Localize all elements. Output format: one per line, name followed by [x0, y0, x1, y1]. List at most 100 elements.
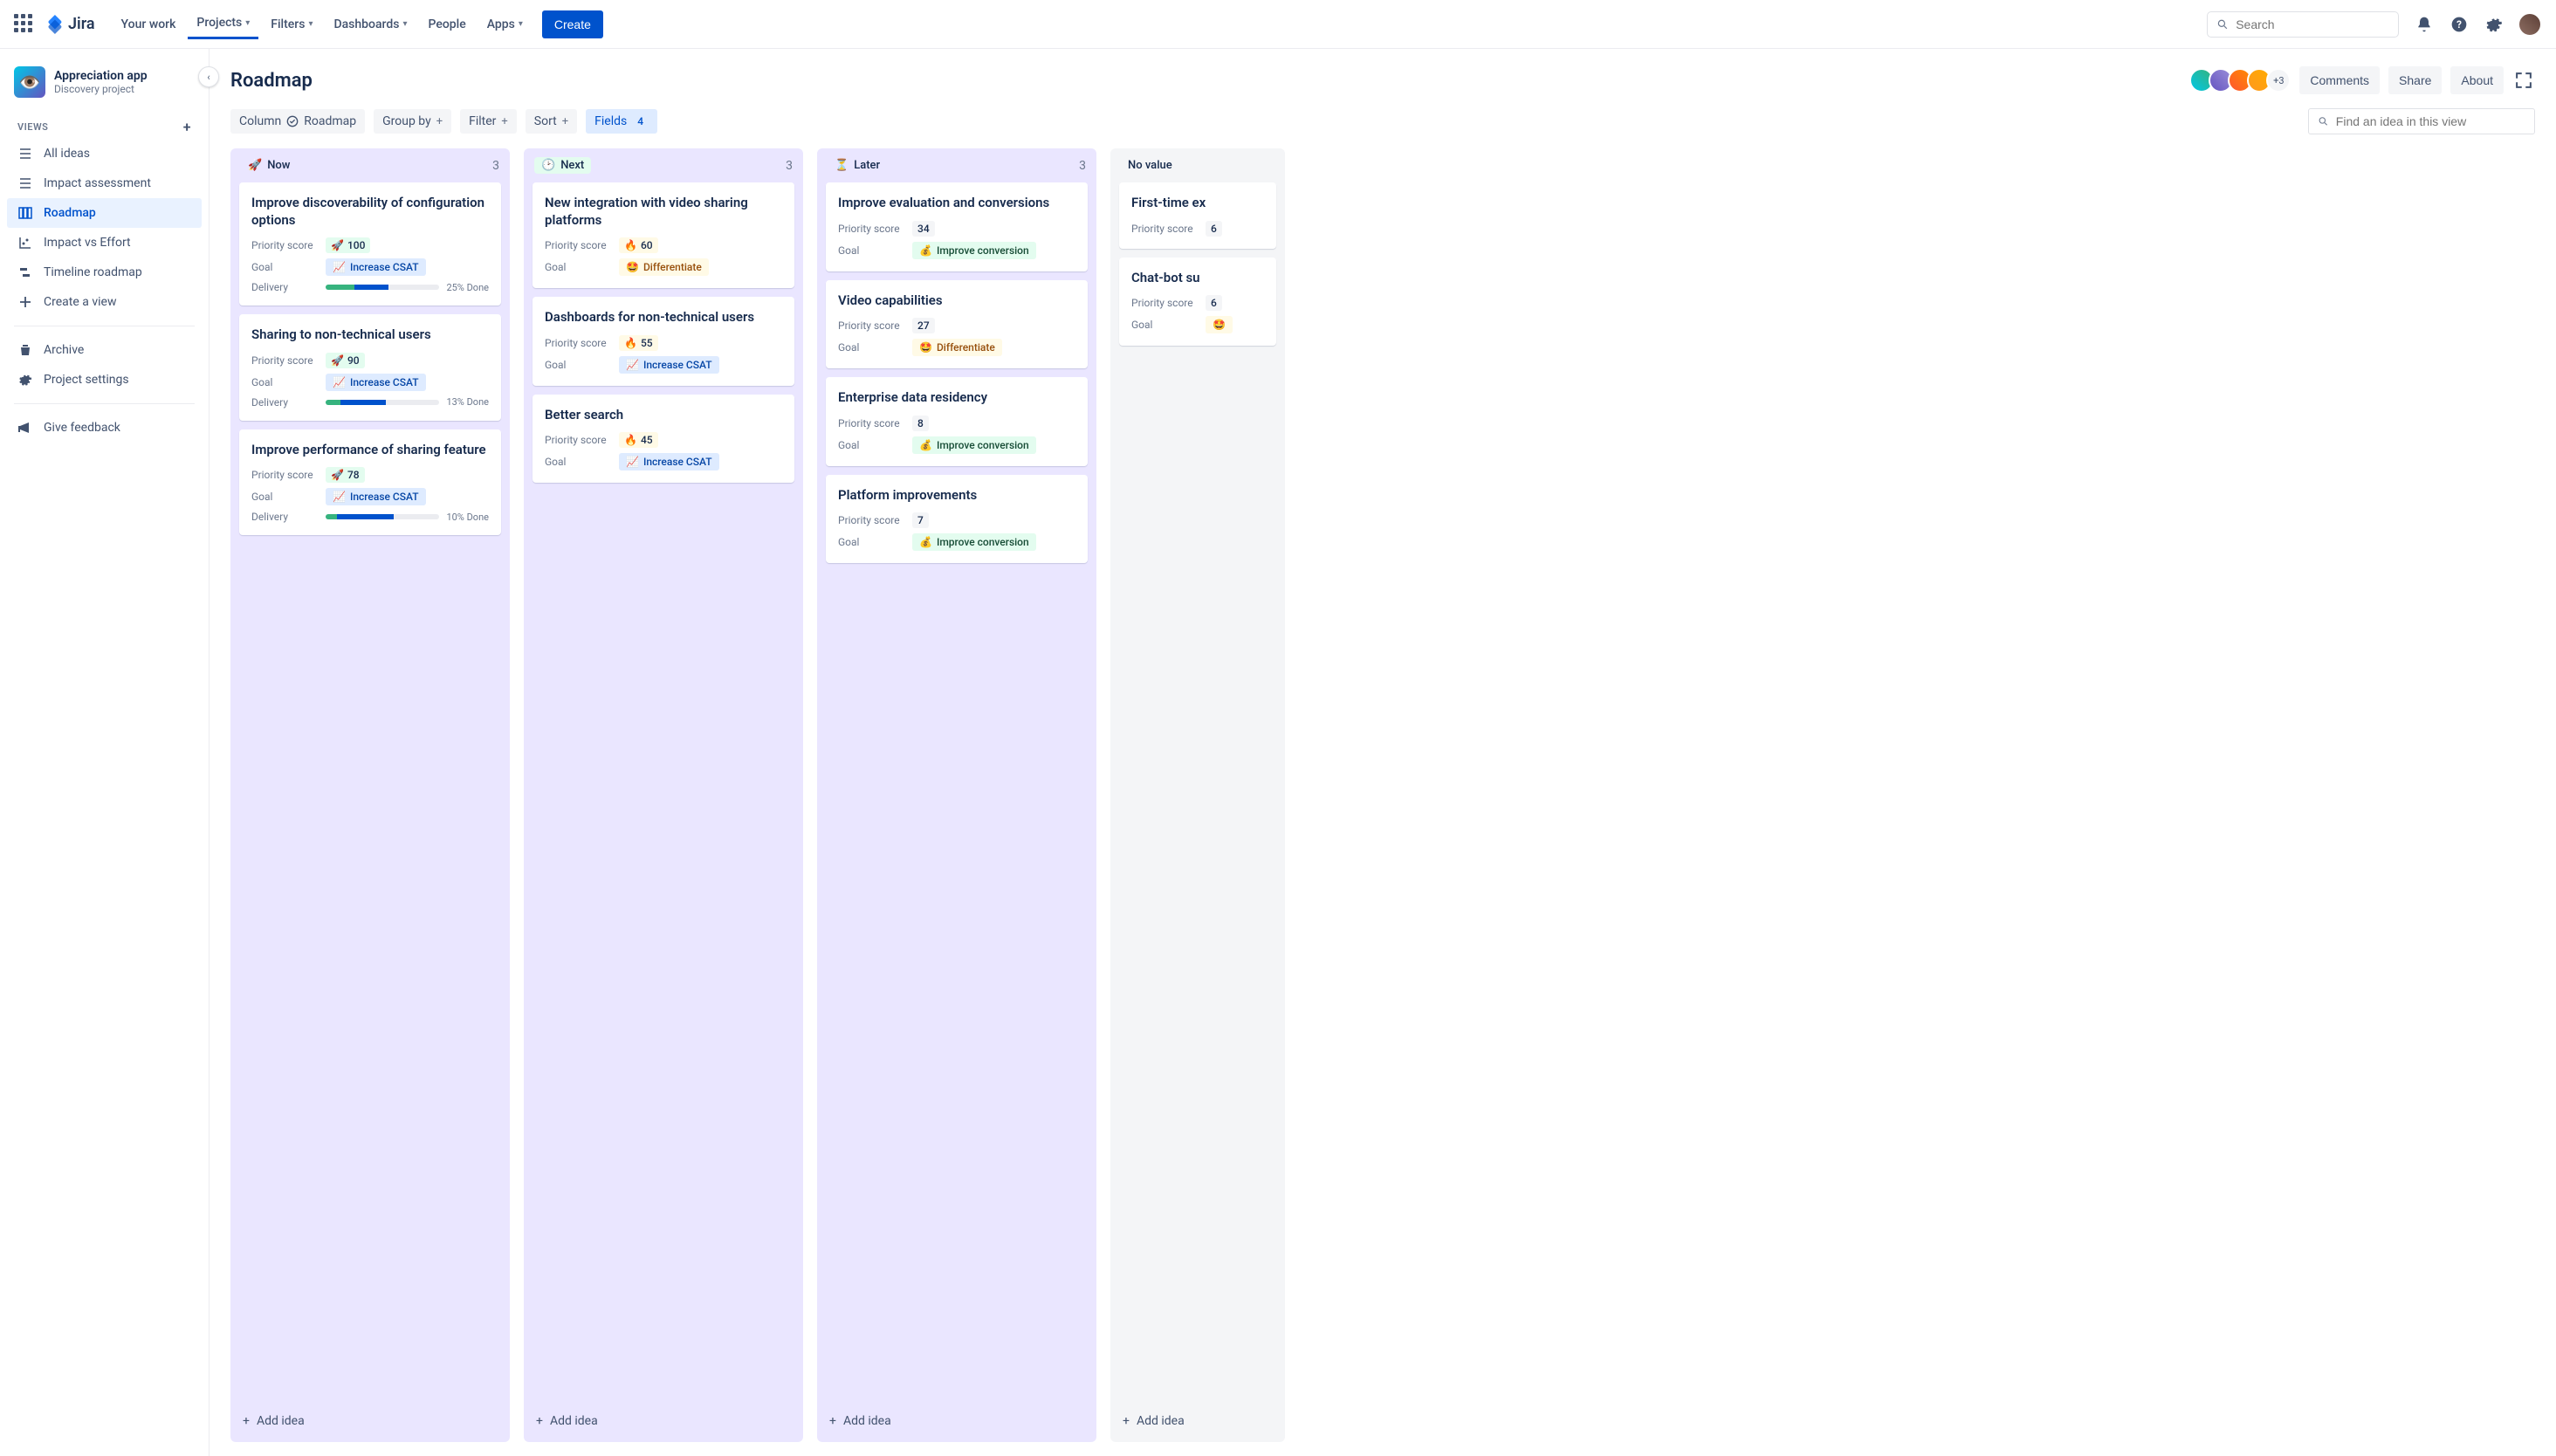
sidebar-item-timeline-roadmap[interactable]: Timeline roadmap: [7, 258, 202, 287]
nav-your-work[interactable]: Your work: [113, 10, 185, 38]
comments-button[interactable]: Comments: [2299, 66, 2380, 94]
app-switcher-icon[interactable]: [14, 14, 35, 35]
project-type: Discovery project: [54, 83, 148, 95]
sidebar-item-create-view[interactable]: Create a view: [7, 287, 202, 317]
delivery-percent: 25% Done: [446, 282, 489, 293]
share-button[interactable]: Share: [2388, 66, 2442, 94]
megaphone-icon: [17, 420, 33, 436]
goal-chip: 📈Increase CSAT: [326, 374, 426, 391]
priority-chip: 🚀100: [326, 237, 370, 253]
idea-card[interactable]: Improve performance of sharing featurePr…: [239, 429, 501, 536]
column-header-chip[interactable]: 🕑 Next: [534, 157, 591, 174]
column-selector[interactable]: Column Roadmap: [230, 109, 365, 134]
add-view-icon[interactable]: +: [183, 119, 191, 135]
add-idea-button[interactable]: +Add idea: [230, 1405, 510, 1437]
sort-button[interactable]: Sort+: [526, 109, 577, 134]
priority-chip: 🚀78: [326, 467, 365, 483]
goal-chip: 💰Improve conversion: [912, 436, 1036, 454]
priority-chip: 8: [912, 416, 929, 431]
filter-button[interactable]: Filter+: [460, 109, 517, 134]
sidebar-item-archive[interactable]: Archive: [7, 335, 202, 365]
priority-chip: 6: [1206, 295, 1222, 311]
delivery-progress-bar: [326, 400, 439, 405]
column-header-chip[interactable]: No value: [1121, 157, 1179, 174]
nav-filters[interactable]: Filters▾: [262, 10, 321, 38]
sidebar-item-give-feedback[interactable]: Give feedback: [7, 413, 202, 443]
idea-card[interactable]: Improve evaluation and conversionsPriori…: [826, 182, 1088, 271]
search-input[interactable]: [2236, 17, 2389, 31]
goal-label: Goal: [838, 439, 912, 451]
goal-chip: 📈Increase CSAT: [326, 488, 426, 505]
nav-projects[interactable]: Projects▾: [188, 9, 258, 39]
idea-card[interactable]: Video capabilitiesPriority score27Goal🤩D…: [826, 280, 1088, 369]
nav-apps[interactable]: Apps▾: [478, 10, 532, 38]
sidebar-item-roadmap[interactable]: Roadmap: [7, 198, 202, 228]
find-idea-input[interactable]: [2336, 114, 2525, 128]
sidebar-item-project-settings[interactable]: Project settings: [7, 365, 202, 395]
add-idea-button[interactable]: +Add idea: [1110, 1405, 1285, 1437]
priority-label: Priority score: [1131, 297, 1206, 309]
column-label: Next: [560, 159, 584, 172]
list-icon: [17, 175, 33, 191]
avatar-stack[interactable]: +3: [2195, 68, 2291, 93]
top-navigation: Jira Your work Projects▾ Filters▾ Dashbo…: [0, 0, 2556, 49]
nav-people[interactable]: People: [419, 10, 474, 38]
project-name: Appreciation app: [54, 69, 148, 83]
fields-button[interactable]: Fields4: [586, 109, 657, 134]
card-title: Enterprise data residency: [838, 389, 1075, 407]
idea-card[interactable]: New integration with video sharing platf…: [532, 182, 794, 288]
notifications-icon[interactable]: [2413, 13, 2436, 36]
priority-label: Priority score: [838, 223, 912, 235]
idea-card[interactable]: First-time exPriority score6: [1119, 182, 1276, 249]
find-idea-search[interactable]: [2308, 108, 2535, 134]
global-search[interactable]: [2207, 11, 2399, 38]
create-button[interactable]: Create: [542, 10, 603, 38]
column-label: Now: [267, 159, 290, 172]
project-icon: 👁️: [14, 66, 45, 98]
delivery-percent: 10% Done: [446, 512, 489, 523]
card-title: Chat-bot su: [1131, 270, 1264, 287]
goal-label: Goal: [545, 456, 619, 468]
list-icon: [17, 146, 33, 161]
goal-label: Goal: [545, 261, 619, 273]
idea-card[interactable]: Enterprise data residencyPriority score8…: [826, 377, 1088, 466]
idea-card[interactable]: Chat-bot suPriority score6Goal🤩: [1119, 258, 1276, 347]
idea-card[interactable]: Dashboards for non-technical usersPriori…: [532, 297, 794, 386]
fullscreen-icon[interactable]: [2512, 69, 2535, 92]
priority-label: Priority score: [545, 337, 619, 349]
goal-chip: 📈Increase CSAT: [619, 356, 719, 374]
project-header[interactable]: 👁️ Appreciation app Discovery project: [7, 66, 202, 112]
user-avatar[interactable]: [2518, 12, 2542, 37]
help-icon[interactable]: ?: [2448, 13, 2470, 36]
idea-card[interactable]: Improve discoverability of configuration…: [239, 182, 501, 306]
settings-icon[interactable]: [2483, 13, 2505, 36]
card-title: Improve discoverability of configuration…: [251, 195, 489, 229]
sidebar-item-all-ideas[interactable]: All ideas: [7, 139, 202, 168]
idea-card[interactable]: Better searchPriority score🔥45Goal📈Incre…: [532, 395, 794, 484]
priority-label: Priority score: [1131, 223, 1206, 235]
priority-chip: 7: [912, 512, 929, 528]
idea-card[interactable]: Sharing to non-technical usersPriority s…: [239, 314, 501, 421]
page-title: Roadmap: [230, 70, 313, 92]
search-icon: [2216, 17, 2229, 31]
goal-label: Goal: [1131, 319, 1206, 331]
goal-label: Goal: [838, 536, 912, 548]
roadmap-board: 🚀Now 3 Improve discoverability of configur…: [210, 145, 2556, 1456]
about-button[interactable]: About: [2450, 66, 2504, 94]
column-header-chip[interactable]: ⏳Later: [828, 157, 887, 174]
add-idea-button[interactable]: +Add idea: [524, 1405, 803, 1437]
collapse-sidebar-button[interactable]: ‹: [198, 66, 219, 87]
column-header-chip[interactable]: 🚀Now: [241, 157, 297, 174]
nav-dashboards[interactable]: Dashboards▾: [325, 10, 416, 38]
column-count: 3: [492, 159, 499, 173]
board-column-novalue: No value First-time exPriority score6 Chat…: [1110, 148, 1285, 1442]
jira-logo[interactable]: Jira: [45, 15, 95, 34]
group-by-button[interactable]: Group by+: [374, 109, 451, 134]
add-idea-button[interactable]: +Add idea: [817, 1405, 1096, 1437]
column-emoji-icon: 🕑: [541, 159, 555, 172]
avatar-more[interactable]: +3: [2266, 68, 2291, 93]
delivery-progress-bar: [326, 285, 439, 290]
idea-card[interactable]: Platform improvementsPriority score7Goal…: [826, 475, 1088, 564]
sidebar-item-impact-vs-effort[interactable]: Impact vs Effort: [7, 228, 202, 258]
sidebar-item-impact-assessment[interactable]: Impact assessment: [7, 168, 202, 198]
